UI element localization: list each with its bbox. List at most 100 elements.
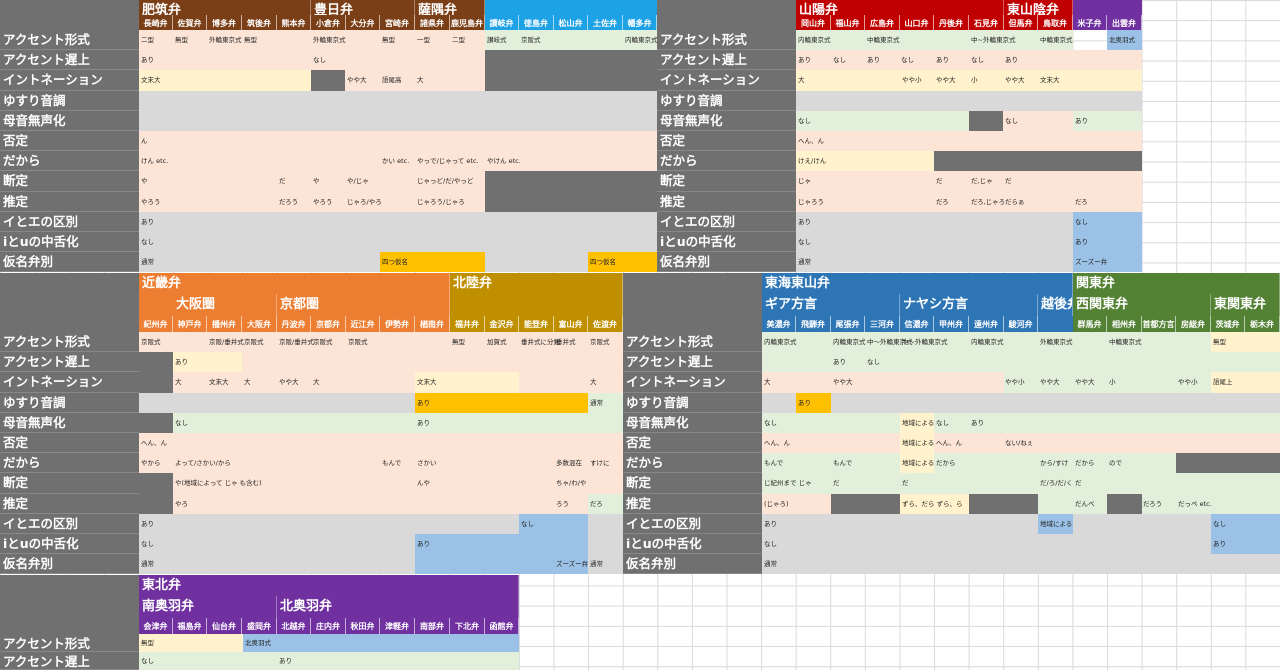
row-label: 母音無声化 — [657, 110, 796, 131]
row-label: 仮名弁別 — [0, 252, 139, 273]
cell-value: へん、ん — [764, 439, 790, 447]
cell-value: だらぁ — [1005, 197, 1025, 206]
cell-value: じゃろう — [798, 197, 824, 206]
dialect-header: 但馬弁 — [1004, 15, 1038, 30]
group-shikoku — [485, 0, 657, 15]
cell-value: んや — [417, 479, 430, 488]
blank-corner — [0, 575, 139, 634]
cell-fill — [173, 412, 623, 433]
cell-value: 通常 — [764, 560, 777, 569]
dialect-header: 松山弁 — [554, 15, 588, 30]
row-label: 推定 — [0, 493, 139, 514]
cell-value: あり — [1213, 540, 1226, 548]
cell-fill — [485, 171, 657, 212]
cell-value: 小 — [1109, 378, 1116, 387]
cell-value: 京阪式 — [348, 338, 368, 346]
dialect-header: 函館弁 — [485, 618, 519, 634]
cell-value: 地域による — [1040, 519, 1073, 528]
row-label: だから — [0, 151, 139, 172]
cell-value: だろ — [1075, 197, 1088, 206]
cell-value: あり — [141, 56, 154, 65]
dialect-header: 甲州弁 — [934, 316, 969, 332]
cell-value: なし — [764, 540, 777, 548]
row-label: 母音無声化 — [0, 412, 139, 433]
cell-fill — [139, 412, 173, 433]
cell-value: やろう — [141, 197, 161, 206]
dialect-header: 丹波弁 — [277, 316, 311, 332]
dialect-header: 伊勢弁 — [380, 316, 415, 332]
row-label: 断定 — [623, 473, 762, 494]
cell-value: だ — [833, 479, 840, 488]
cell-value: あり — [279, 657, 292, 665]
cell-value: 京阪式 — [141, 338, 161, 346]
cell-value: じ紀州まで じゃ — [764, 479, 812, 488]
cell-value: 内輪東京式 — [971, 338, 1004, 346]
row-label: 推定 — [623, 493, 762, 514]
cell-value: さかい — [417, 459, 437, 468]
row-label: ゆすり音調 — [0, 90, 139, 111]
row-label: 推定 — [0, 191, 139, 212]
row-label: 母音無声化 — [623, 412, 762, 433]
dialect-header: 筑後弁 — [242, 15, 277, 30]
dialect-header: 鳥取弁 — [1038, 15, 1073, 30]
cell-value: なし — [798, 116, 811, 125]
row-label: 推定 — [657, 191, 796, 212]
cell-value: ズーズー弁 — [1075, 258, 1108, 267]
cell-value: あり — [764, 519, 777, 528]
row-label: だから — [657, 151, 796, 172]
dialect-header: 山口弁 — [900, 15, 934, 30]
row-label: iとuの中舌化 — [0, 534, 139, 555]
cell-fill — [762, 534, 1211, 575]
row-label: アクセント形式 — [0, 634, 139, 652]
cell-value: なし — [521, 519, 534, 528]
cell-value: 大 — [764, 378, 771, 387]
row-label: 母音無声化 — [0, 110, 139, 131]
cell-value: やや大 — [833, 378, 853, 387]
cell-value: 中輪東京式 — [867, 36, 900, 44]
dialect-header: 尾張弁 — [831, 316, 865, 332]
row-label: iとuの中舌化 — [623, 534, 762, 555]
cell-value: あり — [798, 398, 811, 407]
row-label: 否定 — [623, 433, 762, 454]
cell-fill — [450, 352, 623, 373]
cell-fill — [969, 493, 1038, 514]
row-label: 断定 — [657, 171, 796, 192]
cell-fill — [796, 90, 1142, 111]
blank-corner — [623, 273, 762, 332]
group-sanyo: 山陽弁 — [796, 0, 1004, 15]
dialect-header: 宮崎弁 — [380, 15, 415, 30]
cell-value: なし — [141, 657, 154, 665]
dialect-header: 福井弁 — [450, 316, 485, 332]
cell-fill — [139, 90, 657, 131]
dialect-header: 徳島弁 — [519, 15, 554, 30]
dialect-header: 庄内弁 — [311, 618, 346, 634]
dialect-header: 津軽弁 — [380, 618, 415, 634]
cell-value: へん、ん — [141, 439, 167, 447]
cell-value: 京阪式 — [521, 36, 541, 44]
cell-value: もんで — [764, 459, 784, 468]
cell-value: じゃろ/やろ — [347, 197, 382, 206]
cell-value: ので — [1109, 459, 1122, 468]
dialect-header: 会津弁 — [139, 618, 173, 634]
cell-value: あり — [1075, 238, 1088, 246]
cell-value: ちゃ/わ/や — [556, 479, 587, 488]
cell-value: なし — [798, 238, 811, 246]
dialect-header: 盛岡弁 — [242, 618, 277, 634]
cell-value: あり — [798, 217, 811, 226]
cell-value: 語尾上 — [1213, 378, 1233, 387]
dialect-header: 北越弁 — [277, 618, 311, 634]
row-label: イとエの区別 — [0, 513, 139, 534]
cell-value: やけん etc. — [487, 157, 521, 166]
cell-value: あり — [141, 217, 154, 226]
cell-value: あり — [175, 358, 188, 367]
dialect-header: 丹後弁 — [934, 15, 969, 30]
group-kita-ou: 北奥羽弁 — [277, 596, 519, 618]
row-label: 仮名弁別 — [623, 554, 762, 575]
dialect-header: 紀州弁 — [139, 316, 173, 332]
cell-value: 大 — [313, 378, 320, 387]
group-kinki-sub — [139, 294, 173, 316]
cell-value: だっぺ etc. — [1178, 499, 1212, 508]
group-minami-ou: 南奥羽弁 — [139, 596, 277, 618]
cell-value: 外輪東京式 — [1040, 338, 1073, 346]
cell-value: なし — [867, 358, 880, 367]
